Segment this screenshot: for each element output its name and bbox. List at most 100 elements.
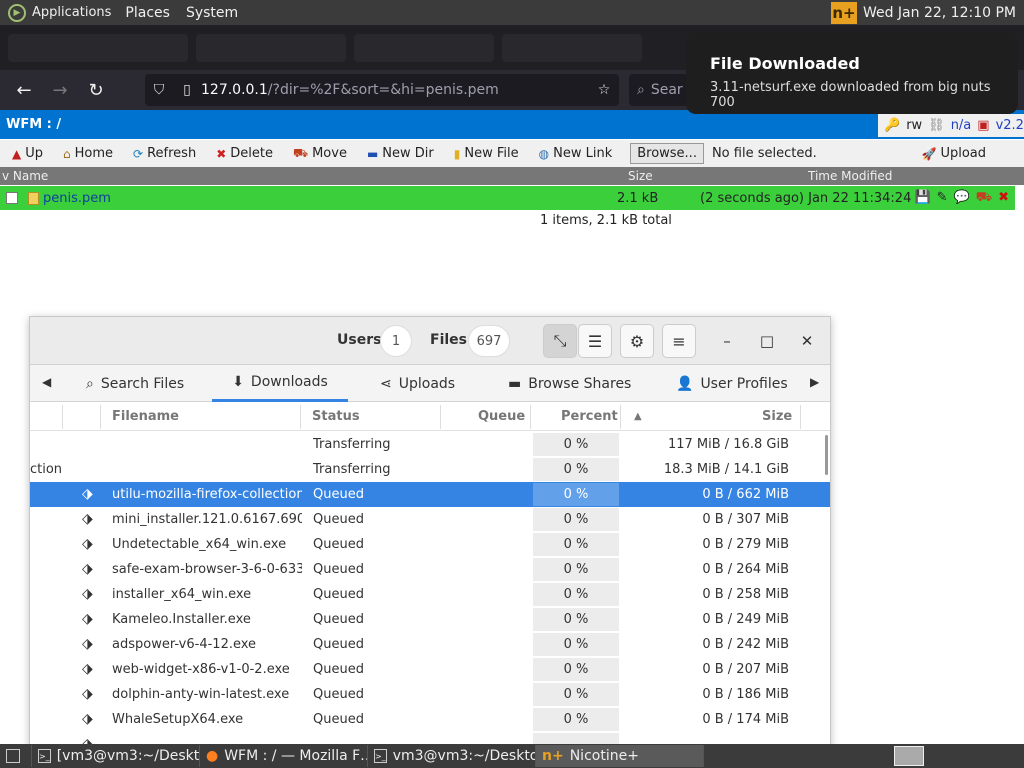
system-menu[interactable]: System xyxy=(178,5,246,21)
taskbar-item[interactable]: n+ Nicotine+ xyxy=(536,745,704,767)
move-icon[interactable]: ⛟ xyxy=(976,190,992,207)
delete-icon[interactable]: ✖ xyxy=(998,190,1009,207)
column-separator xyxy=(100,405,101,429)
tab-user-profiles[interactable]: 👤 User Profiles xyxy=(676,365,788,402)
download-row[interactable]: ction Transferring 0 % 18.3 MiB / 14.1 GiB xyxy=(30,457,830,482)
download-notification[interactable]: File Downloaded 3.11-netsurf.exe downloa… xyxy=(686,32,1018,114)
download-row[interactable]: ⬗ mini_installer.121.0.6167.6900. Queued 0 … xyxy=(30,507,830,532)
reload-icon[interactable]: ↻ xyxy=(78,72,114,108)
upload-button[interactable]: 🚀 Upload xyxy=(909,146,1024,161)
tab-search-files[interactable]: ⌕ Search Files xyxy=(86,365,184,402)
comment-icon[interactable]: 💬 xyxy=(954,190,970,207)
modified-column-header[interactable]: Time Modified xyxy=(808,169,892,183)
tab-browse-label: Browse Shares xyxy=(528,375,632,392)
up-button[interactable]: ▲ Up xyxy=(0,146,51,161)
save-icon[interactable]: 💾 xyxy=(914,190,930,207)
download-row[interactable]: Transferring 0 % 117 MiB / 16.8 GiB xyxy=(30,432,830,457)
tab-downloads[interactable]: ⬇ Downloads xyxy=(212,365,348,402)
download-icon: ⬇ xyxy=(232,374,244,390)
users-count[interactable]: 1 xyxy=(380,325,412,357)
browser-tab[interactable] xyxy=(196,33,346,62)
upload-label: Upload xyxy=(940,146,986,161)
download-file-icon: ⬗ xyxy=(82,636,93,652)
hamburger-menu-icon[interactable]: ≡ xyxy=(662,324,696,358)
delete-button[interactable]: ✖ Delete xyxy=(204,146,281,161)
scrollbar[interactable] xyxy=(825,435,828,475)
taskbar-item-label: vm3@vm3:~/Desktop xyxy=(392,748,536,764)
tab-browse-shares[interactable]: ▬ Browse Shares xyxy=(508,365,631,402)
new-link-button[interactable]: ◍ New Link xyxy=(527,146,621,161)
file-row[interactable]: penis.pem 2.1 kB (2 seconds ago) Jan 22 … xyxy=(0,186,1015,210)
percent-column-header[interactable]: Percent xyxy=(561,409,618,424)
filename-column-header[interactable]: Filename xyxy=(112,409,179,424)
download-status: Queued xyxy=(313,687,364,702)
download-row[interactable]: ⬗ utilu-mozilla-firefox-collection- Queued… xyxy=(30,482,830,507)
nicotine-window: Users 1 Files 697 ⤡ ☰ ⚙ ≡ – □ ✕ ◀ ⌕ Searc… xyxy=(29,316,831,756)
download-size: 0 B / 174 MiB xyxy=(702,712,789,727)
download-row[interactable]: ⬗ installer_x64_win.exe Queued 0 % 0 B / 258… xyxy=(30,582,830,607)
browser-tab[interactable] xyxy=(8,33,188,62)
download-percent: 0 % xyxy=(533,433,619,456)
name-column-header[interactable]: v Name xyxy=(2,169,48,183)
shrink-icon[interactable]: ⤡ xyxy=(543,324,577,358)
home-button[interactable]: ⌂ Home xyxy=(51,146,121,161)
nicotine-icon: n+ xyxy=(542,748,564,764)
share-icon: ⋖ xyxy=(380,375,392,392)
back-arrow-icon[interactable]: ← xyxy=(6,72,42,108)
close-icon[interactable]: ✕ xyxy=(796,330,818,352)
new-dir-button[interactable]: ▬ New Dir xyxy=(355,146,442,161)
queue-column-header[interactable]: Queue xyxy=(478,409,525,424)
download-file-icon: ⬗ xyxy=(82,486,93,502)
workspace-switcher[interactable] xyxy=(894,746,924,766)
file-name-link[interactable]: penis.pem xyxy=(43,191,111,206)
download-row[interactable]: ⬗ safe-exam-browser-3-6-0-633 Queued 0 % 0 B… xyxy=(30,557,830,582)
places-menu[interactable]: Places xyxy=(117,5,178,21)
download-row[interactable]: ⬗ web-widget-x86-v1-0-2.exe Queued 0 % 0 B /… xyxy=(30,657,830,682)
move-button[interactable]: ⛟ Move xyxy=(281,146,355,162)
status-column-header[interactable]: Status xyxy=(312,409,360,424)
maximize-icon[interactable]: □ xyxy=(756,330,778,352)
bookmark-star-icon[interactable]: ☆ xyxy=(589,82,619,98)
size-column-header[interactable]: Size xyxy=(762,409,792,424)
gear-icon[interactable]: ⚙ xyxy=(620,324,654,358)
browse-button[interactable]: Browse... xyxy=(630,143,704,164)
new-file-button[interactable]: ▮ New File xyxy=(442,146,527,161)
download-size: 0 B / 662 MiB xyxy=(702,487,789,502)
tabs-right-arrow-icon[interactable]: ▶ xyxy=(810,375,819,389)
file-checkbox[interactable] xyxy=(6,192,18,204)
minimize-icon[interactable]: – xyxy=(716,330,738,352)
url-bar[interactable]: ⛉ ▯ 127.0.0.1/?dir=%2F&sort=&hi=penis.pe… xyxy=(145,74,619,106)
tab-profiles-label: User Profiles xyxy=(700,375,788,392)
version-link[interactable]: v2.2.2 xyxy=(996,118,1024,133)
shield-icon[interactable]: ⛉ xyxy=(145,82,173,98)
column-separator xyxy=(440,405,441,429)
clock[interactable]: Wed Jan 22, 12:10 PM xyxy=(863,5,1016,21)
sort-up-icon: ▲ xyxy=(634,411,642,422)
download-row[interactable]: ⬗ Undetectable_x64_win.exe Queued 0 % 0 B / … xyxy=(30,532,830,557)
size-column-header[interactable]: Size xyxy=(628,169,653,183)
browser-tab[interactable] xyxy=(502,33,642,62)
list-icon[interactable]: ☰ xyxy=(578,324,612,358)
nicotine-tabs: ◀ ⌕ Search Files ⬇ Downloads ⋖ Uploads ▬ Bro… xyxy=(30,365,830,402)
download-row[interactable]: ⬗ dolphin-anty-win-latest.exe Queued 0 % 0 B… xyxy=(30,682,830,707)
taskbar-item[interactable]: >_ vm3@vm3:~/Desktop xyxy=(368,745,536,767)
na-link[interactable]: n/a xyxy=(951,118,972,133)
download-row[interactable]: ⬗ WhaleSetupX64.exe Queued 0 % 0 B / 174 MiB xyxy=(30,707,830,732)
nicotine-tray-icon[interactable]: n+ xyxy=(830,1,857,24)
download-percent: 0 % xyxy=(533,633,619,656)
download-row[interactable]: ⬗ adspower-v6-4-12.exe Queued 0 % 0 B / 242 … xyxy=(30,632,830,657)
applications-menu[interactable]: ▶ Applications xyxy=(0,3,117,22)
taskbar-item[interactable]: >_ [vm3@vm3:~/Deskt… xyxy=(32,745,200,767)
files-count[interactable]: 697 xyxy=(468,325,510,357)
forward-arrow-icon[interactable]: → xyxy=(42,72,78,108)
download-row[interactable]: ⬗ Kameleo.Installer.exe Queued 0 % 0 B / 249… xyxy=(30,607,830,632)
taskbar-item-label: WFM : / — Mozilla F… xyxy=(224,748,368,764)
show-desktop-button[interactable] xyxy=(0,745,32,767)
taskbar-item[interactable]: ● WFM : / — Mozilla F… xyxy=(200,745,368,767)
tab-uploads[interactable]: ⋖ Uploads xyxy=(380,365,455,402)
search-icon: ⌕ xyxy=(637,82,645,98)
tabs-left-arrow-icon[interactable]: ◀ xyxy=(42,375,51,389)
edit-icon[interactable]: ✎ xyxy=(937,190,948,207)
browser-tab[interactable] xyxy=(354,33,494,62)
refresh-button[interactable]: ⟳ Refresh xyxy=(121,146,204,161)
